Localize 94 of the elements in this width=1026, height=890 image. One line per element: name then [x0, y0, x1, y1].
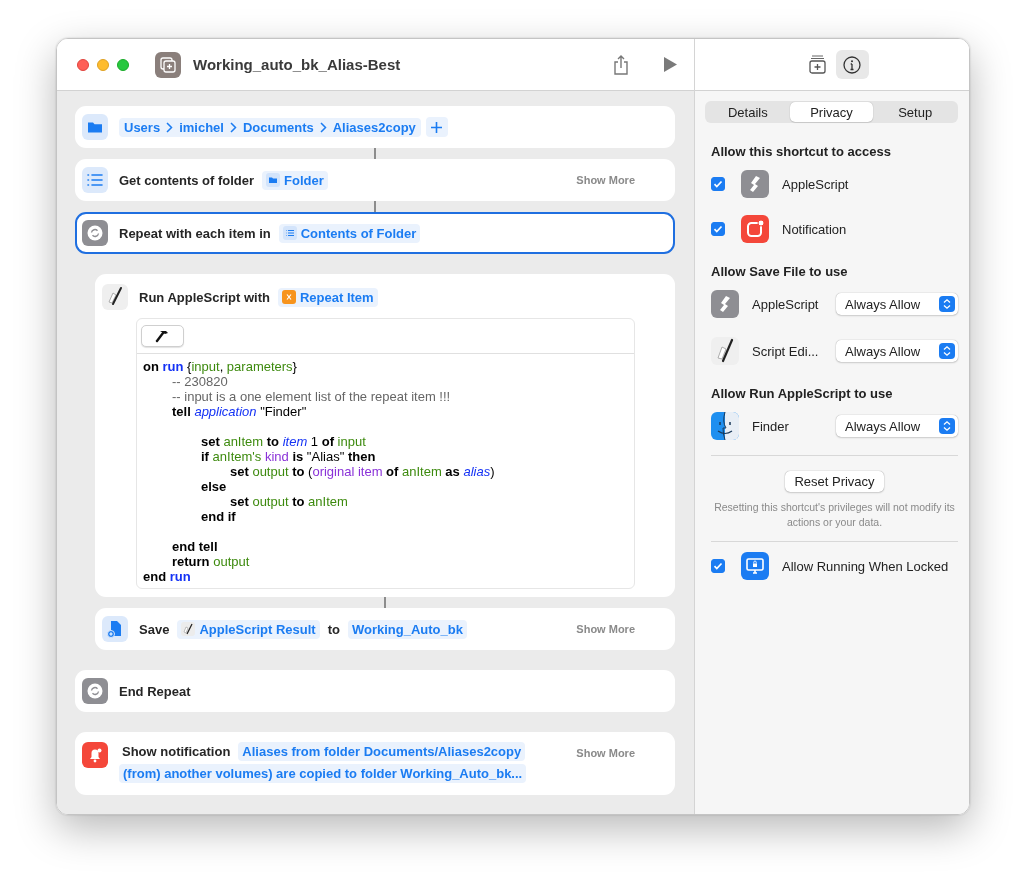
- action-label: Show notification: [122, 744, 231, 759]
- code-line: end if: [200, 509, 237, 524]
- pen-icon: [102, 284, 128, 310]
- tab[interactable]: Setup: [873, 102, 957, 122]
- minimize-button[interactable]: [97, 58, 109, 71]
- stepper-icon: [939, 418, 955, 434]
- code-line: set anItem to item 1 of input: [200, 434, 367, 449]
- stepper-icon: [939, 343, 955, 359]
- show-more-link[interactable]: Show More: [576, 174, 635, 186]
- path-segment[interactable]: Documents: [242, 119, 314, 135]
- add-icon: [808, 55, 826, 74]
- action-label: Run AppleScript with: [139, 289, 270, 305]
- share-icon: [613, 54, 629, 75]
- list-icon: [282, 226, 297, 240]
- folder-icon: [266, 173, 281, 187]
- permission-dropdown[interactable]: Always Allow: [836, 340, 958, 362]
- plus-icon: [431, 121, 443, 133]
- folder-icon: [82, 114, 108, 140]
- variable-token[interactable]: Folder: [262, 170, 328, 190]
- toolbar-button[interactable]: [835, 50, 869, 79]
- reset-note: Resetting this shortcut's privileges will not modify its actions or your data.: [713, 500, 956, 530]
- variable-icon: [281, 290, 296, 304]
- code-line: end tell: [171, 539, 219, 554]
- code-line: -- 230820: [171, 374, 229, 389]
- permission-dropdown[interactable]: Always Allow: [836, 293, 958, 315]
- variable-token[interactable]: (from) another volumes) are copied to folder Working_Auto_bk...: [119, 764, 527, 783]
- permission-dropdown[interactable]: Always Allow: [836, 415, 958, 437]
- code-line: tell application "Finder": [171, 404, 308, 419]
- checkmark-icon: [713, 561, 723, 571]
- window-title: Working_auto_bk_Alias-Best: [193, 56, 402, 73]
- compile-button[interactable]: [141, 325, 184, 347]
- app-name: AppleScript: [752, 296, 820, 312]
- code-line: end run: [143, 569, 192, 584]
- info-icon: [843, 55, 861, 74]
- reset-privacy-button[interactable]: Reset Privacy: [785, 471, 884, 492]
- checkbox[interactable]: [711, 559, 725, 573]
- option-label: Allow Running When Locked: [782, 558, 949, 574]
- repeat-icon: [82, 678, 108, 704]
- code-line: return output: [171, 554, 251, 569]
- pen-icon: [181, 622, 196, 636]
- show-more-link[interactable]: Show More: [576, 747, 635, 759]
- action-label: Save: [139, 621, 170, 637]
- document-icon: [102, 616, 128, 642]
- action-label: Repeat with each item in: [119, 225, 271, 241]
- code-line: on run {input, parameters}: [143, 359, 298, 374]
- script-icon: [741, 170, 769, 198]
- path-segment[interactable]: Aliases2copy: [332, 119, 416, 135]
- code-line: set output to (original item of anItem as alias): [229, 464, 496, 479]
- shortcut-icon: [155, 51, 181, 78]
- path-segment[interactable]: Users: [124, 119, 161, 135]
- path-segment[interactable]: imichel: [179, 119, 224, 135]
- variable-token[interactable]: Contents of Folder: [278, 223, 421, 243]
- action-label: End Repeat: [119, 683, 191, 699]
- tab[interactable]: Details: [706, 102, 790, 122]
- close-button[interactable]: [77, 58, 89, 71]
- code-line: else: [200, 479, 228, 494]
- section-heading: Allow Run AppleScript to use: [711, 386, 894, 402]
- action-label: Get contents of folder: [119, 172, 255, 188]
- hammer-icon: [154, 328, 171, 344]
- section-heading: Allow Save File to use: [711, 264, 849, 280]
- code-line: if anItem's kind is "Alias" then: [200, 449, 377, 464]
- list-icon: [82, 167, 108, 193]
- add-button[interactable]: [425, 117, 448, 137]
- checkmark-icon: [713, 224, 723, 234]
- stepper-icon: [939, 296, 955, 312]
- variable-token[interactable]: Working_Auto_bk: [347, 619, 467, 639]
- zoom-button[interactable]: [117, 58, 129, 71]
- tab[interactable]: Privacy: [789, 102, 874, 122]
- play-icon: [663, 57, 677, 72]
- chevron-icon: [229, 121, 237, 133]
- smiley-face-icon: [711, 412, 739, 440]
- code-line: set output to anItem: [229, 494, 349, 509]
- pen-icon: [711, 337, 739, 365]
- app-name: AppleScript: [782, 176, 849, 192]
- checkbox[interactable]: [711, 222, 725, 236]
- chevron-icon: [319, 121, 327, 133]
- chevron-icon: [166, 121, 174, 133]
- action-label: to: [327, 621, 340, 637]
- app-name: Finder: [752, 418, 790, 434]
- app-name: Notification: [782, 221, 847, 237]
- monitor-lock-icon: [741, 552, 769, 580]
- bell-icon: [82, 742, 108, 768]
- section-heading: Allow this shortcut to access: [711, 144, 892, 160]
- repeat-icon: [82, 220, 108, 246]
- script-icon: [711, 290, 739, 318]
- checkmark-icon: [713, 179, 723, 189]
- show-more-link[interactable]: Show More: [576, 623, 635, 635]
- variable-token[interactable]: Repeat Item: [277, 287, 378, 307]
- variable-token[interactable]: Aliases from folder Documents/Aliases2copy: [238, 742, 526, 761]
- variable-token[interactable]: AppleScript Result: [177, 619, 320, 639]
- app-name: Script Edi...: [752, 343, 820, 359]
- checkbox[interactable]: [711, 177, 725, 191]
- code-line: -- input is a one element list of the repeat item !!!: [171, 389, 452, 404]
- notification-icon: [741, 215, 769, 243]
